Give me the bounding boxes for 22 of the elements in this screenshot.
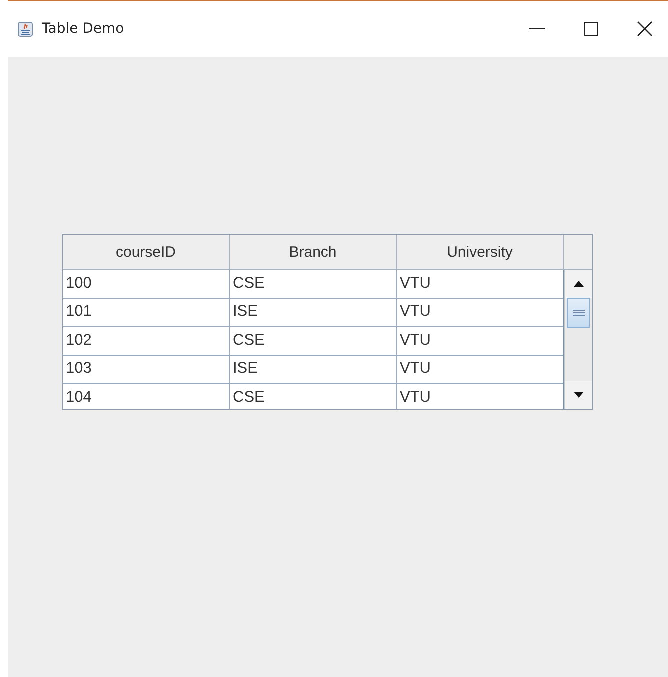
scroll-up-button[interactable] [565, 270, 592, 298]
window-title: Table Demo [42, 21, 124, 37]
table-cell: 102 [63, 327, 230, 356]
down-arrow-icon [574, 392, 584, 398]
grip-icon [572, 310, 584, 316]
scroll-thumb[interactable] [567, 298, 590, 328]
table-cell: CSE [230, 384, 397, 409]
table-cell: CSE [230, 270, 397, 298]
table-cell: ISE [230, 298, 397, 327]
table-cell: ISE [230, 356, 397, 384]
close-icon [637, 21, 653, 37]
maximize-icon [584, 22, 598, 36]
vertical-scrollbar[interactable] [564, 270, 592, 409]
scroll-down-button[interactable] [565, 381, 592, 409]
table-cell: 100 [63, 270, 230, 298]
table-cell: 101 [63, 298, 230, 327]
table-cell: 104 [63, 384, 230, 409]
table-cell: 103 [63, 356, 230, 384]
app-icon [18, 22, 33, 36]
up-arrow-icon [574, 281, 584, 287]
table-cell: CSE [230, 327, 397, 356]
minimize-icon [529, 28, 545, 30]
